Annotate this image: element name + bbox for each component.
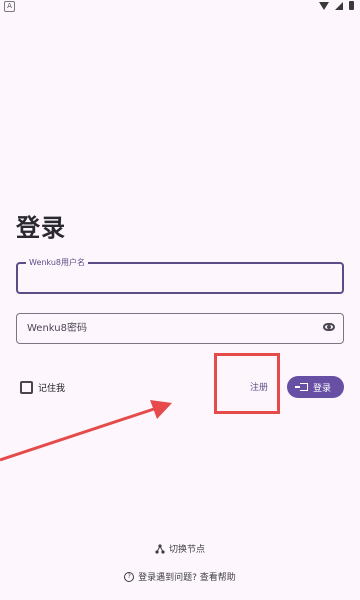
remember-me[interactable]: 记住我 <box>20 381 65 394</box>
battery-icon <box>349 1 354 10</box>
username-field[interactable]: Wenku8用户名 <box>16 257 344 294</box>
node-switch-icon <box>155 543 165 554</box>
highlight-annotation-box <box>214 353 280 414</box>
visibility-icon[interactable] <box>323 323 335 331</box>
password-input[interactable] <box>17 314 343 343</box>
status-icons <box>319 1 354 10</box>
login-button-label: 登录 <box>312 383 331 394</box>
status-bar: A <box>0 0 360 14</box>
signal-icon <box>335 1 343 10</box>
password-field[interactable] <box>16 313 344 344</box>
remember-label: 记住我 <box>38 384 66 394</box>
login-arrow-icon <box>294 383 308 391</box>
help-circle-icon: ? <box>124 571 135 582</box>
annotation-arrow <box>0 400 172 462</box>
page-title: 登录 <box>16 214 66 242</box>
register-button[interactable]: 注册 <box>250 380 268 393</box>
login-button[interactable]: 登录 <box>287 376 344 398</box>
help-link[interactable]: ? 登录遇到问题? 查看帮助 <box>0 570 360 583</box>
switch-node-link[interactable]: 切换节点 <box>0 542 360 555</box>
status-notification-icon: A <box>4 1 15 12</box>
remember-checkbox[interactable] <box>20 381 33 394</box>
username-input[interactable] <box>18 264 342 292</box>
wifi-icon <box>319 1 329 10</box>
switch-node-label: 切换节点 <box>168 545 205 555</box>
help-label: 登录遇到问题? 查看帮助 <box>138 573 236 583</box>
